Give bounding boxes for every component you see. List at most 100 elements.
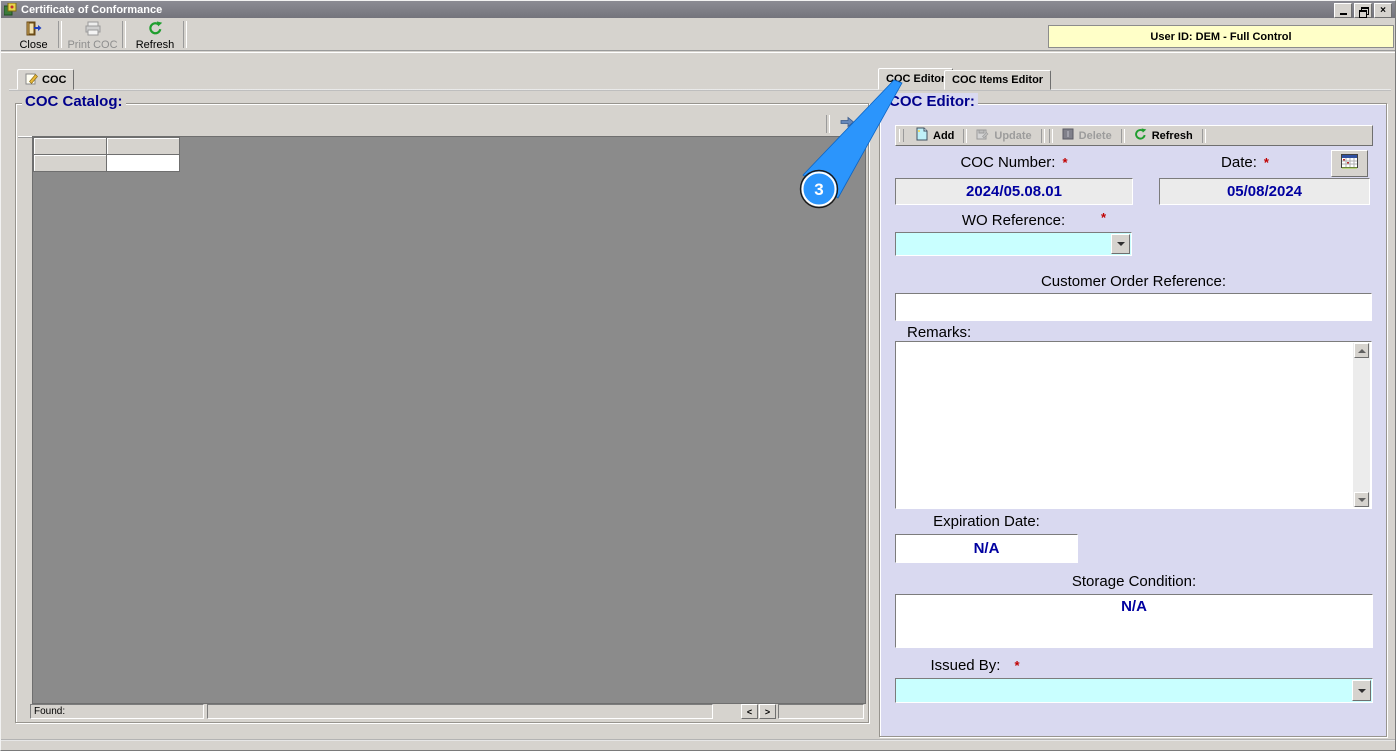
tab-coc-editor[interactable]: COC Editor bbox=[878, 68, 954, 90]
refresh-icon bbox=[148, 21, 163, 39]
tab-coc-editor-label: COC Editor bbox=[886, 73, 946, 85]
wo-reference-combobox[interactable] bbox=[895, 232, 1132, 256]
tab-strip-line bbox=[9, 89, 1391, 91]
close-window-button[interactable]: × bbox=[1374, 3, 1392, 18]
editor-refresh-button[interactable]: Refresh bbox=[1127, 127, 1200, 145]
delete-button[interactable]: Delete bbox=[1055, 127, 1119, 144]
restore-button[interactable] bbox=[1354, 3, 1372, 18]
scroll-down-button[interactable] bbox=[1354, 492, 1369, 507]
toolbar-separator bbox=[1120, 128, 1125, 143]
catalog-status-bar: Found: < > bbox=[16, 704, 868, 719]
toolbar-separator bbox=[1048, 128, 1053, 143]
required-asterisk: * bbox=[1100, 210, 1106, 225]
add-button-label: Add bbox=[933, 129, 955, 142]
tab-coc-label: COC bbox=[42, 73, 67, 86]
calendar-icon bbox=[1341, 153, 1358, 174]
refresh-icon bbox=[1134, 127, 1147, 144]
grid-filter-cell[interactable] bbox=[106, 154, 180, 172]
close-button[interactable]: Close bbox=[9, 20, 58, 51]
remarks-scrollbar[interactable] bbox=[1353, 343, 1370, 507]
coc-editor-title: COC Editor: bbox=[886, 93, 978, 110]
coc-number-label: COC Number: * bbox=[960, 154, 1068, 171]
restore-icon bbox=[1358, 6, 1369, 18]
page-panel bbox=[778, 704, 864, 719]
calendar-button[interactable] bbox=[1331, 150, 1368, 177]
scroll-up-button[interactable] bbox=[1354, 343, 1369, 358]
pager-prev-button[interactable]: < bbox=[741, 704, 758, 719]
editor-toolbar: Add Update Delete Refresh bbox=[895, 125, 1373, 146]
toolbar-separator bbox=[183, 21, 187, 48]
toolbar-separator bbox=[122, 21, 126, 48]
triangle-up-icon bbox=[1357, 348, 1366, 353]
issued-by-dropdown-button[interactable] bbox=[1352, 680, 1371, 701]
app-window: Certificate of Conformance × Close Print… bbox=[0, 0, 1396, 751]
storage-condition-label: Storage Condition: bbox=[1071, 573, 1197, 590]
tab-coc-items-editor[interactable]: COC Items Editor bbox=[944, 70, 1052, 90]
expiration-date-field[interactable]: N/A bbox=[895, 534, 1078, 563]
chevron-down-icon bbox=[1116, 242, 1125, 246]
coc-catalog-title: COC Catalog: bbox=[22, 93, 126, 110]
toolbar-separator bbox=[1040, 128, 1045, 143]
window-bottom-divider bbox=[1, 739, 1395, 741]
catalog-grid bbox=[33, 137, 180, 172]
customer-order-label: Customer Order Reference: bbox=[1040, 273, 1227, 290]
add-button[interactable]: Add bbox=[909, 126, 961, 145]
close-icon: × bbox=[1380, 4, 1386, 16]
coc-tab-icon bbox=[25, 72, 38, 88]
print-coc-button[interactable]: Print COC bbox=[63, 20, 122, 51]
update-icon bbox=[976, 128, 989, 144]
coc-number-field[interactable]: 2024/05.08.01 bbox=[895, 178, 1133, 205]
user-id-banner: User ID: DEM - Full Control bbox=[1048, 25, 1394, 48]
grid-header-cell[interactable] bbox=[33, 137, 107, 155]
pager-next-button[interactable]: > bbox=[759, 704, 776, 719]
catalog-toolbar-separator bbox=[826, 115, 830, 133]
window-title: Certificate of Conformance bbox=[21, 3, 163, 16]
storage-condition-field[interactable]: N/A bbox=[895, 594, 1373, 648]
tab-coc[interactable]: COC bbox=[17, 69, 75, 90]
right-arrow-icon bbox=[839, 115, 855, 133]
toolbar-grip bbox=[899, 129, 904, 142]
delete-button-label: Delete bbox=[1078, 129, 1112, 142]
title-bar: Certificate of Conformance × bbox=[1, 1, 1395, 18]
close-door-icon bbox=[26, 21, 42, 39]
grid-header-cell[interactable] bbox=[106, 137, 180, 155]
tab-coc-items-editor-label: COC Items Editor bbox=[952, 74, 1044, 86]
close-button-label: Close bbox=[19, 39, 48, 51]
toolbar-separator bbox=[963, 128, 968, 143]
found-panel: Found: bbox=[30, 704, 204, 719]
required-asterisk: * bbox=[1014, 658, 1020, 673]
remarks-textarea[interactable] bbox=[895, 341, 1372, 509]
catalog-grid-area[interactable] bbox=[32, 136, 866, 704]
chevron-down-icon bbox=[1357, 688, 1366, 693]
required-asterisk: * bbox=[1263, 155, 1269, 170]
date-label: Date: * bbox=[1221, 154, 1269, 171]
editor-refresh-button-label: Refresh bbox=[1151, 129, 1193, 142]
minimize-icon bbox=[1339, 13, 1347, 15]
refresh-button[interactable]: Refresh bbox=[127, 20, 183, 51]
toolbar-separator bbox=[58, 21, 62, 48]
expiration-date-label: Expiration Date: bbox=[933, 513, 1040, 530]
remarks-label: Remarks: bbox=[907, 324, 972, 341]
pager-next-label: > bbox=[764, 706, 771, 717]
wo-reference-label: WO Reference: * bbox=[961, 210, 1106, 229]
date-field[interactable]: 05/08/2024 bbox=[1159, 178, 1370, 205]
catalog-expand-button[interactable] bbox=[834, 115, 860, 133]
coc-catalog-panel: COC Catalog: Found: < > bbox=[15, 93, 869, 723]
printer-icon bbox=[84, 21, 102, 39]
minimize-button[interactable] bbox=[1334, 3, 1352, 18]
wo-reference-dropdown-button[interactable] bbox=[1111, 234, 1130, 254]
grid-row-header-cell[interactable] bbox=[33, 154, 107, 172]
toolbar-separator bbox=[1201, 128, 1206, 143]
app-icon bbox=[4, 3, 17, 16]
update-button-label: Update bbox=[994, 129, 1032, 142]
delete-icon bbox=[1062, 128, 1074, 143]
found-label: Found: bbox=[34, 706, 66, 717]
add-icon bbox=[916, 127, 928, 144]
customer-order-input[interactable] bbox=[895, 293, 1372, 321]
coc-editor-panel: COC Editor: Add Update Delete Refresh CO… bbox=[879, 93, 1387, 737]
user-id-text: User ID: DEM - Full Control bbox=[1150, 30, 1292, 43]
update-button[interactable]: Update bbox=[969, 127, 1038, 145]
issued-by-combobox[interactable] bbox=[895, 678, 1373, 703]
triangle-down-icon bbox=[1357, 497, 1366, 502]
status-panel bbox=[207, 704, 713, 719]
